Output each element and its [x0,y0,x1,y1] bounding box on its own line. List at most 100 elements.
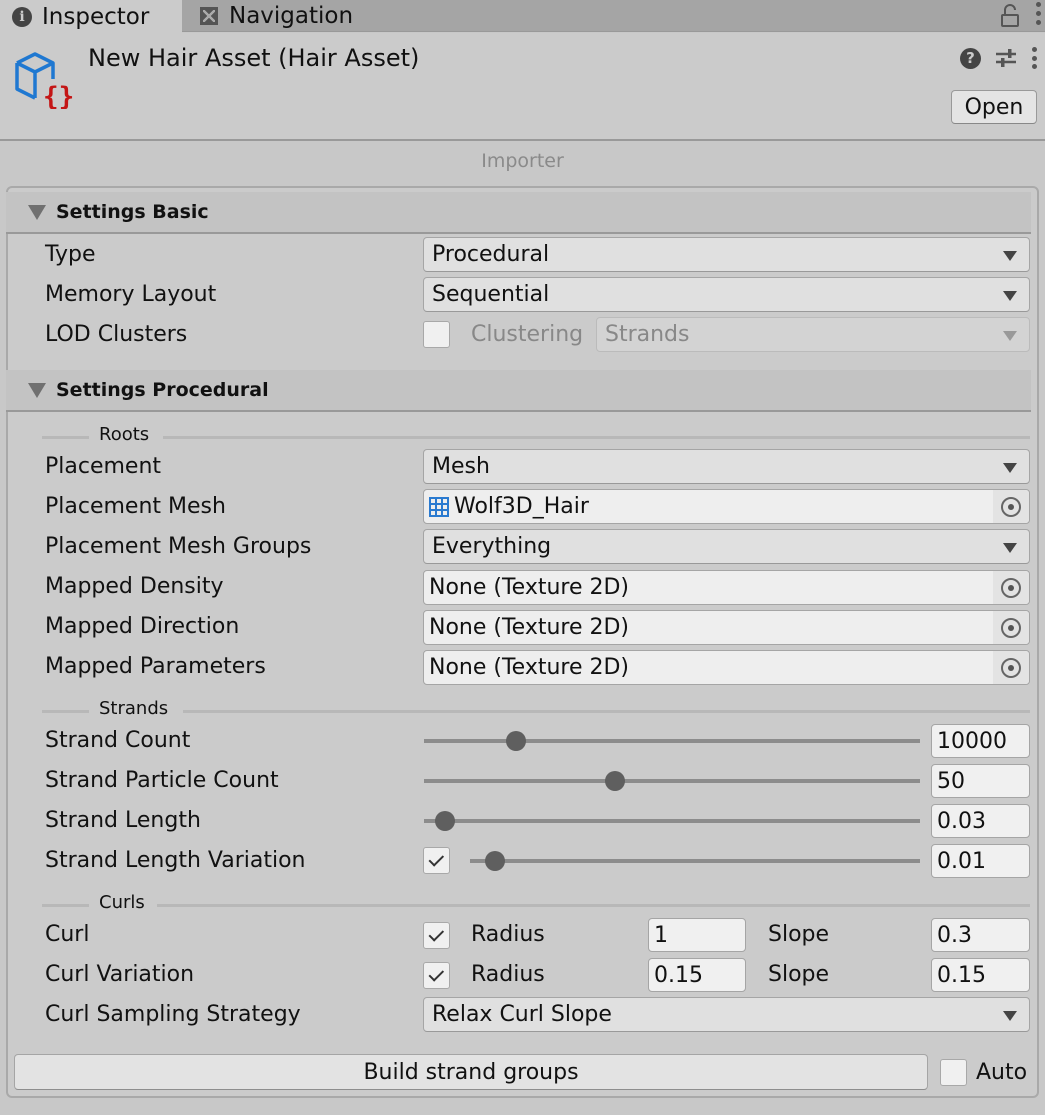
strand-length-variation-checkbox[interactable] [423,847,450,874]
group-label: Roots [99,424,150,445]
curl-checkbox[interactable] [423,922,450,949]
section-settings-procedural[interactable]: Settings Procedural [6,370,1031,412]
mapped-direction-field[interactable]: None (Texture 2D) [423,610,1030,645]
foldout-arrow-icon[interactable] [28,382,46,398]
checkmark-icon [428,925,444,942]
info-icon: i [12,6,32,27]
strand-particle-count-slider[interactable] [424,766,920,796]
svg-text:{}: {} [43,82,73,109]
strand-count-input[interactable]: 10000 [931,724,1030,758]
checkmark-icon [428,850,444,867]
roots-group-header: Roots [42,424,1030,446]
clustering-dropdown[interactable]: Strands [596,317,1030,352]
open-button[interactable]: Open [951,90,1037,124]
curl-variation-slope-input[interactable]: 0.15 [931,958,1030,992]
strand-length-variation-label: Strand Length Variation [45,848,306,873]
type-dropdown[interactable]: Procedural [423,237,1030,272]
slider-track[interactable] [424,779,920,783]
type-value: Procedural [432,242,550,267]
slider-thumb[interactable] [435,811,456,831]
curl-radius-label: Radius [471,922,545,947]
clustering-label: Clustering [471,322,584,347]
auto-checkbox[interactable] [940,1059,967,1086]
slider-thumb[interactable] [484,851,505,871]
kebab-menu-icon[interactable] [1031,47,1037,69]
memory-layout-dropdown[interactable]: Sequential [423,277,1030,312]
tab-inspector[interactable]: i Inspector [0,0,182,33]
slider-thumb[interactable] [506,731,527,751]
section-title: Settings Basic [56,201,209,223]
placement-label: Placement [45,454,162,479]
tab-navigation[interactable]: Navigation [183,0,383,32]
curl-slope-label: Slope [768,922,830,947]
hair-asset-icon: {} [15,52,73,109]
lod-clusters-checkbox[interactable] [423,321,450,348]
slider-track[interactable] [424,819,920,823]
build-strand-groups-button[interactable]: Build strand groups [14,1054,928,1090]
strands-group-header: Strands [42,698,1030,720]
chevron-down-icon [1003,463,1017,473]
strand-count-label: Strand Count [45,728,191,753]
memory-layout-value: Sequential [432,282,550,307]
type-label: Type [45,242,96,267]
strand-length-input[interactable]: 0.03 [931,804,1030,838]
mapped-density-label: Mapped Density [45,574,224,599]
placement-mesh-groups-dropdown[interactable]: Everything [423,529,1030,564]
help-icon[interactable]: ? [960,47,981,69]
navigation-icon [199,6,219,26]
tab-bar: i Inspector Navigation [0,0,1045,33]
chevron-down-icon [1003,1011,1017,1021]
strand-length-slider[interactable] [424,806,920,836]
lock-icon[interactable] [1000,4,1022,28]
tab-label: Inspector [42,3,150,30]
strand-length-variation-input[interactable]: 0.01 [931,844,1030,878]
chevron-down-icon [1003,291,1017,301]
importer-label: Importer [481,150,564,172]
object-picker-icon [1001,577,1021,598]
slider-track[interactable] [424,739,920,743]
placement-mesh-value: Wolf3D_Hair [454,494,589,519]
tab-label: Navigation [229,3,354,29]
placement-value: Mesh [432,454,490,479]
curl-sampling-strategy-value: Relax Curl Slope [432,1002,612,1027]
strand-particle-count-input[interactable]: 50 [931,764,1030,798]
chevron-down-icon [1003,331,1017,341]
checkmark-icon [428,965,444,982]
curl-variation-radius-label: Radius [471,962,545,987]
object-picker-button[interactable] [993,611,1029,644]
slider-track[interactable] [470,859,920,863]
object-picker-button[interactable] [993,651,1029,684]
placement-mesh-groups-label: Placement Mesh Groups [45,534,312,559]
strand-count-slider[interactable] [424,726,920,756]
curl-sampling-strategy-dropdown[interactable]: Relax Curl Slope [423,997,1030,1032]
inspector-header: {} New Hair Asset (Hair Asset) ? Open [0,33,1045,141]
placement-mesh-field[interactable]: Wolf3D_Hair [423,489,1030,524]
memory-layout-label: Memory Layout [45,282,217,307]
mapped-parameters-label: Mapped Parameters [45,654,266,679]
slider-thumb[interactable] [605,771,626,791]
section-settings-basic[interactable]: Settings Basic [6,192,1031,234]
curl-variation-checkbox[interactable] [423,962,450,989]
curl-slope-input[interactable]: 0.3 [931,918,1030,952]
curls-group-header: Curls [42,892,1030,914]
mapped-density-field[interactable]: None (Texture 2D) [423,570,1030,605]
curl-variation-radius-input[interactable]: 0.15 [648,958,746,992]
object-picker-button[interactable] [993,571,1029,604]
clustering-value: Strands [605,322,690,347]
curl-radius-input[interactable]: 1 [648,918,746,952]
foldout-arrow-icon[interactable] [28,204,46,220]
placement-mesh-groups-value: Everything [432,534,552,559]
mesh-icon [429,496,449,517]
presets-icon[interactable] [995,47,1017,69]
group-label: Curls [99,892,145,913]
section-title: Settings Procedural [56,379,269,401]
object-picker-icon [1001,617,1021,638]
strand-length-variation-slider[interactable] [470,846,920,876]
group-label: Strands [99,698,169,719]
object-picker-button[interactable] [993,490,1029,523]
placement-dropdown[interactable]: Mesh [423,449,1030,484]
tab-menu-icon[interactable] [1036,2,1045,30]
strand-length-label: Strand Length [45,808,201,833]
mapped-parameters-field[interactable]: None (Texture 2D) [423,650,1030,685]
mapped-direction-value: None (Texture 2D) [429,615,630,640]
